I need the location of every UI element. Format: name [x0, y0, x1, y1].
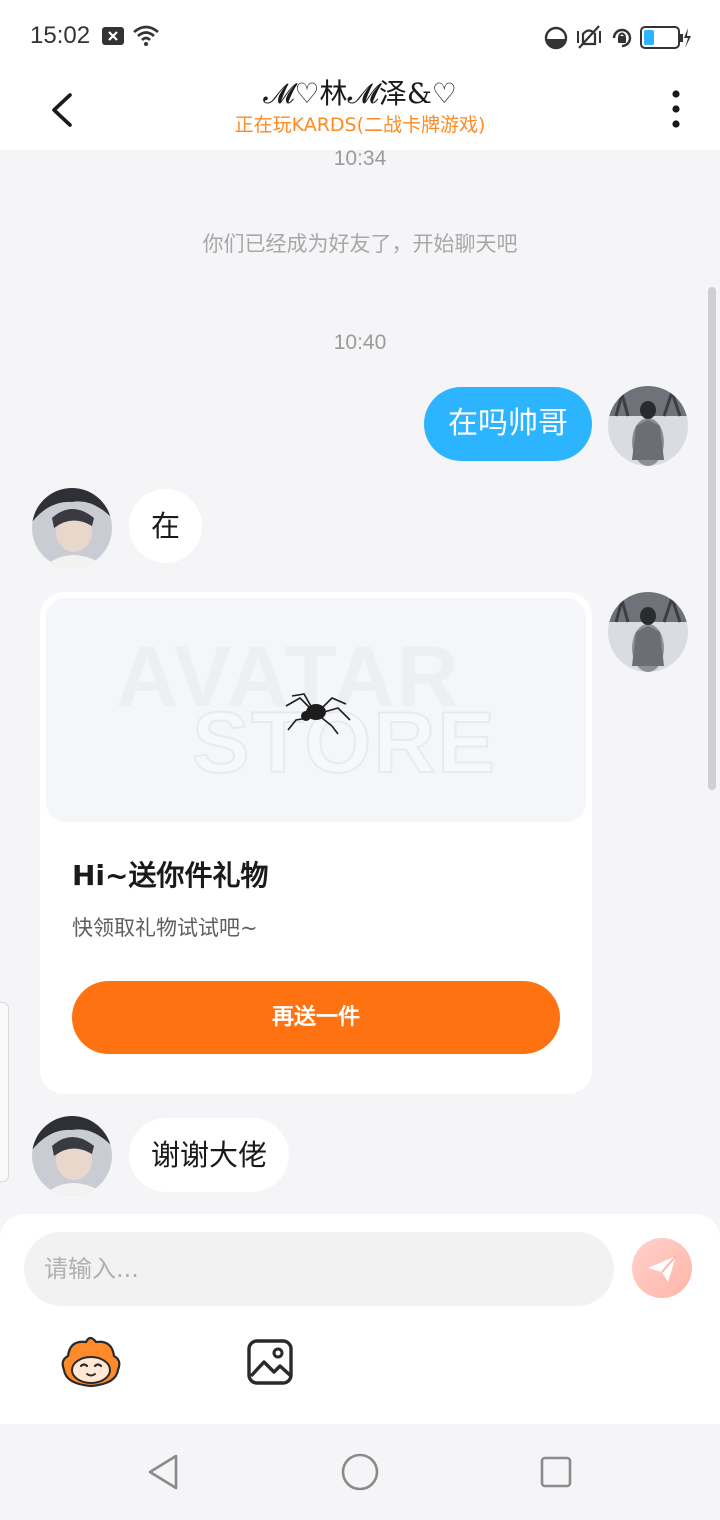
system-nav-bar	[0, 1424, 720, 1520]
chat-header: 𝓜♡林𝓜泽&♡ 正在玩KARDS(二战卡牌游戏)	[0, 72, 720, 150]
system-message: 你们已经成为好友了，开始聊天吧	[202, 232, 518, 256]
self-avatar[interactable]	[608, 592, 688, 672]
back-button[interactable]	[36, 82, 92, 138]
image-icon	[247, 1339, 293, 1385]
contact-status: 正在玩KARDS(二战卡牌游戏)	[234, 114, 486, 136]
chat-scrollbar[interactable]	[708, 287, 716, 790]
wifi-icon	[133, 25, 159, 46]
input-panel	[0, 1214, 720, 1424]
data-saver-icon	[544, 26, 568, 50]
status-bar: 15:02	[0, 0, 720, 72]
vibrate-icon	[577, 25, 601, 49]
side-panel-handle[interactable]	[0, 1002, 9, 1182]
contact-avatar-image	[32, 488, 112, 568]
status-time: 15:02	[30, 22, 91, 49]
image-button[interactable]	[246, 1338, 294, 1386]
gift-preview: AVATAR STORE	[46, 598, 586, 822]
more-vertical-icon	[672, 90, 680, 128]
self-avatar[interactable]	[608, 386, 688, 466]
send-icon	[648, 1255, 677, 1282]
back-triangle-icon[interactable]	[146, 1452, 182, 1492]
rotation-lock-icon	[612, 28, 632, 48]
contact-name: 𝓜♡林𝓜泽&♡	[263, 77, 457, 110]
emoji-mascot-icon	[61, 1336, 121, 1388]
gift-title: Hi~送你件礼物	[72, 859, 269, 892]
self-avatar-image	[608, 386, 688, 466]
more-options-button[interactable]	[656, 80, 696, 140]
self-avatar-image	[608, 592, 688, 672]
timestamp: 10:34	[333, 147, 387, 170]
chevron-left-icon	[52, 93, 72, 127]
close-notification-icon	[102, 27, 124, 45]
message-bubble-contact[interactable]: 谢谢大佬	[129, 1118, 290, 1192]
home-circle-icon[interactable]	[340, 1452, 380, 1492]
send-button[interactable]	[632, 1238, 692, 1298]
contact-avatar[interactable]	[32, 488, 112, 568]
contact-avatar-image	[32, 1116, 112, 1196]
message-input[interactable]	[24, 1232, 614, 1306]
gift-subtitle: 快领取礼物试试吧~	[72, 916, 258, 940]
battery-charging-icon	[640, 26, 691, 49]
message-bubble-contact[interactable]: 在	[129, 489, 203, 563]
gift-card[interactable]: AVATAR STORE Hi~送你件礼物 快领取礼物试试吧~ 再送一件	[40, 592, 592, 1094]
emoji-button[interactable]	[60, 1336, 122, 1388]
contact-avatar[interactable]	[32, 1116, 112, 1196]
spider-icon	[285, 693, 351, 735]
message-bubble-self[interactable]: 在吗帅哥	[424, 387, 592, 461]
send-another-gift-button[interactable]: 再送一件	[72, 981, 560, 1054]
timestamp: 10:40	[333, 331, 387, 354]
recents-square-icon[interactable]	[538, 1454, 574, 1490]
